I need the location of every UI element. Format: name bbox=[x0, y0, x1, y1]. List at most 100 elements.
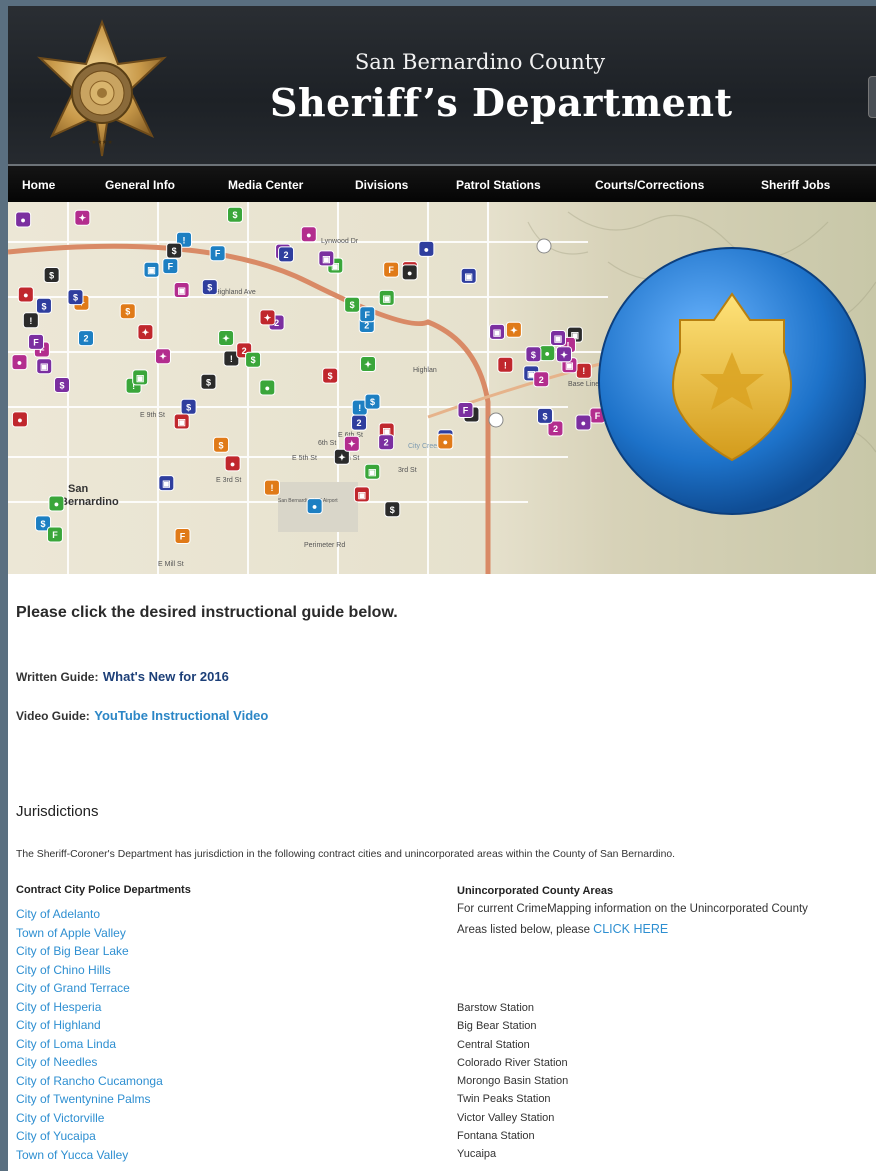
crime-marker-icon[interactable]: ● bbox=[11, 411, 28, 428]
crime-marker-icon[interactable]: F bbox=[457, 402, 474, 419]
crime-marker-icon[interactable]: $ bbox=[43, 266, 60, 283]
nav-patrol-stations[interactable]: Patrol Stations bbox=[456, 178, 541, 192]
crime-marker-icon[interactable]: ✦ bbox=[218, 329, 235, 346]
crime-marker-icon[interactable]: ▣ bbox=[173, 281, 190, 298]
station-item: Twin Peaks Station bbox=[457, 1093, 551, 1106]
crime-marker-icon[interactable]: F bbox=[359, 306, 376, 323]
crime-marker-icon[interactable]: ● bbox=[575, 414, 592, 431]
crime-marker-icon[interactable]: 2 bbox=[351, 414, 368, 431]
crime-marker-icon[interactable]: $ bbox=[166, 242, 183, 259]
nav-sheriff-jobs[interactable]: Sheriff Jobs bbox=[761, 178, 830, 192]
city-link[interactable]: City of Big Bear Lake bbox=[16, 942, 163, 961]
crime-marker-icon[interactable]: ● bbox=[48, 495, 65, 512]
crime-marker-icon[interactable]: F bbox=[209, 245, 226, 262]
crime-marker-icon[interactable]: ! bbox=[575, 362, 592, 379]
click-here-link[interactable]: CLICK HERE bbox=[593, 922, 668, 936]
city-link[interactable]: City of Rancho Cucamonga bbox=[16, 1072, 163, 1091]
crime-marker-icon[interactable]: $ bbox=[54, 376, 71, 393]
crime-marker-icon[interactable]: ! bbox=[263, 479, 280, 496]
crime-marker-icon[interactable]: $ bbox=[213, 436, 230, 453]
crime-marker-icon[interactable]: F bbox=[383, 261, 400, 278]
city-link[interactable]: City of Needles bbox=[16, 1053, 163, 1072]
crime-marker-icon[interactable]: ▣ bbox=[460, 267, 477, 284]
crime-marker-icon[interactable]: ● bbox=[11, 354, 28, 371]
crime-marker-icon[interactable]: $ bbox=[67, 289, 84, 306]
city-link[interactable]: Town of Yucca Valley bbox=[16, 1146, 163, 1165]
crime-marker-icon[interactable]: $ bbox=[525, 346, 542, 363]
crime-marker-icon[interactable]: 2 bbox=[378, 434, 395, 451]
city-link[interactable]: City of Yucaipa bbox=[16, 1127, 163, 1146]
city-link[interactable]: City of Victorville bbox=[16, 1109, 163, 1128]
crime-marker-icon[interactable]: ▣ bbox=[318, 250, 335, 267]
crime-marker-icon[interactable]: ▣ bbox=[158, 475, 175, 492]
crime-marker-icon[interactable]: $ bbox=[384, 501, 401, 518]
crime-marker-icon[interactable]: ✦ bbox=[505, 321, 522, 338]
crime-marker-icon[interactable]: $ bbox=[119, 303, 136, 320]
crime-marker-icon[interactable]: ● bbox=[300, 226, 317, 243]
nav-divisions[interactable]: Divisions bbox=[355, 178, 408, 192]
crime-marker-icon[interactable]: $ bbox=[227, 206, 244, 223]
header-menu-button[interactable] bbox=[868, 76, 876, 118]
city-link[interactable]: City of Highland bbox=[16, 1016, 163, 1035]
sheriff-star-badge-logo[interactable]: ★★★★ bbox=[32, 18, 172, 158]
crime-marker-icon[interactable]: $ bbox=[180, 398, 197, 415]
crime-marker-icon[interactable]: $ bbox=[322, 367, 339, 384]
crime-marker-icon[interactable]: ▣ bbox=[353, 486, 370, 503]
crime-marker-icon[interactable]: ● bbox=[306, 498, 323, 515]
crime-marker-icon[interactable]: F bbox=[162, 258, 179, 275]
crime-marker-icon[interactable]: F bbox=[46, 526, 63, 543]
crime-marker-icon[interactable]: ● bbox=[418, 240, 435, 257]
crime-marker-icon[interactable]: ▣ bbox=[364, 463, 381, 480]
nav-home[interactable]: Home bbox=[22, 178, 55, 192]
city-link[interactable]: City of Loma Linda bbox=[16, 1035, 163, 1054]
crime-marker-icon[interactable]: ● bbox=[224, 455, 241, 472]
crime-marker-icon[interactable]: ● bbox=[259, 379, 276, 396]
crime-marker-icon[interactable]: ! bbox=[22, 312, 39, 329]
crime-marker-icon[interactable]: ▣ bbox=[173, 413, 190, 430]
crime-marker-icon[interactable]: F bbox=[28, 333, 45, 350]
city-link[interactable]: City of Hesperia bbox=[16, 998, 163, 1017]
crime-marker-icon[interactable]: 2 bbox=[533, 371, 550, 388]
nav-general-info[interactable]: General Info bbox=[105, 178, 175, 192]
nav-courts-corrections[interactable]: Courts/Corrections bbox=[595, 178, 704, 192]
crime-marker-icon[interactable]: ▣ bbox=[378, 289, 395, 306]
crime-marker-icon[interactable]: ▣ bbox=[132, 369, 149, 386]
crime-marker-icon[interactable]: ✦ bbox=[154, 348, 171, 365]
city-link[interactable]: City of Twentynine Palms bbox=[16, 1090, 163, 1109]
crime-marker-icon[interactable]: F bbox=[174, 528, 191, 545]
crime-marker-icon[interactable]: ▣ bbox=[36, 358, 53, 375]
written-guide-link[interactable]: What's New for 2016 bbox=[103, 669, 229, 684]
city-link[interactable]: City of Chino Hills bbox=[16, 961, 163, 980]
crime-marker-icon[interactable]: $ bbox=[364, 393, 381, 410]
nav-media-center[interactable]: Media Center bbox=[228, 178, 303, 192]
crime-marker-icon[interactable]: $ bbox=[201, 279, 218, 296]
crime-marker-icon[interactable]: ✦ bbox=[259, 309, 276, 326]
crime-marker-icon[interactable]: ▣ bbox=[489, 323, 506, 340]
crime-marker-icon[interactable]: ▣ bbox=[550, 330, 567, 347]
crime-marker-icon[interactable]: ✦ bbox=[137, 324, 154, 341]
crime-marker-icon[interactable]: $ bbox=[200, 373, 217, 390]
crime-marker-icon[interactable]: ● bbox=[17, 286, 34, 303]
crime-marker-icon[interactable]: $ bbox=[344, 296, 361, 313]
city-link[interactable]: City of Adelanto bbox=[16, 905, 163, 924]
crime-marker-icon[interactable]: ▣ bbox=[143, 261, 160, 278]
crime-marker-icon[interactable]: $ bbox=[536, 407, 553, 424]
svg-text:F: F bbox=[388, 265, 394, 275]
crime-marker-icon[interactable]: ✦ bbox=[555, 346, 572, 363]
crime-marker-icon[interactable]: 2 bbox=[78, 330, 95, 347]
crime-marker-icon[interactable]: ● bbox=[437, 433, 454, 450]
city-link[interactable]: Town of Apple Valley bbox=[16, 924, 163, 943]
crime-marker-icon[interactable]: ✦ bbox=[360, 356, 377, 373]
crime-marker-icon[interactable]: ● bbox=[15, 211, 32, 228]
crime-marker-icon[interactable]: $ bbox=[245, 351, 262, 368]
crime-marker-icon[interactable]: ✦ bbox=[343, 435, 360, 452]
crime-marker-icon[interactable]: ● bbox=[539, 345, 556, 362]
crime-marker-icon[interactable]: 2 bbox=[278, 246, 295, 263]
crime-map-banner[interactable]: Lynwood Dr E Highland Ave Highlan E 9th … bbox=[8, 202, 876, 574]
crime-marker-icon[interactable]: ● bbox=[401, 264, 418, 281]
city-link[interactable]: City of Grand Terrace bbox=[16, 979, 163, 998]
crime-marker-icon[interactable]: ✦ bbox=[74, 209, 91, 226]
youtube-video-link[interactable]: YouTube Instructional Video bbox=[94, 708, 268, 723]
crime-marker-icon[interactable]: ! bbox=[497, 356, 514, 373]
crime-marker-icon[interactable]: $ bbox=[35, 297, 52, 314]
